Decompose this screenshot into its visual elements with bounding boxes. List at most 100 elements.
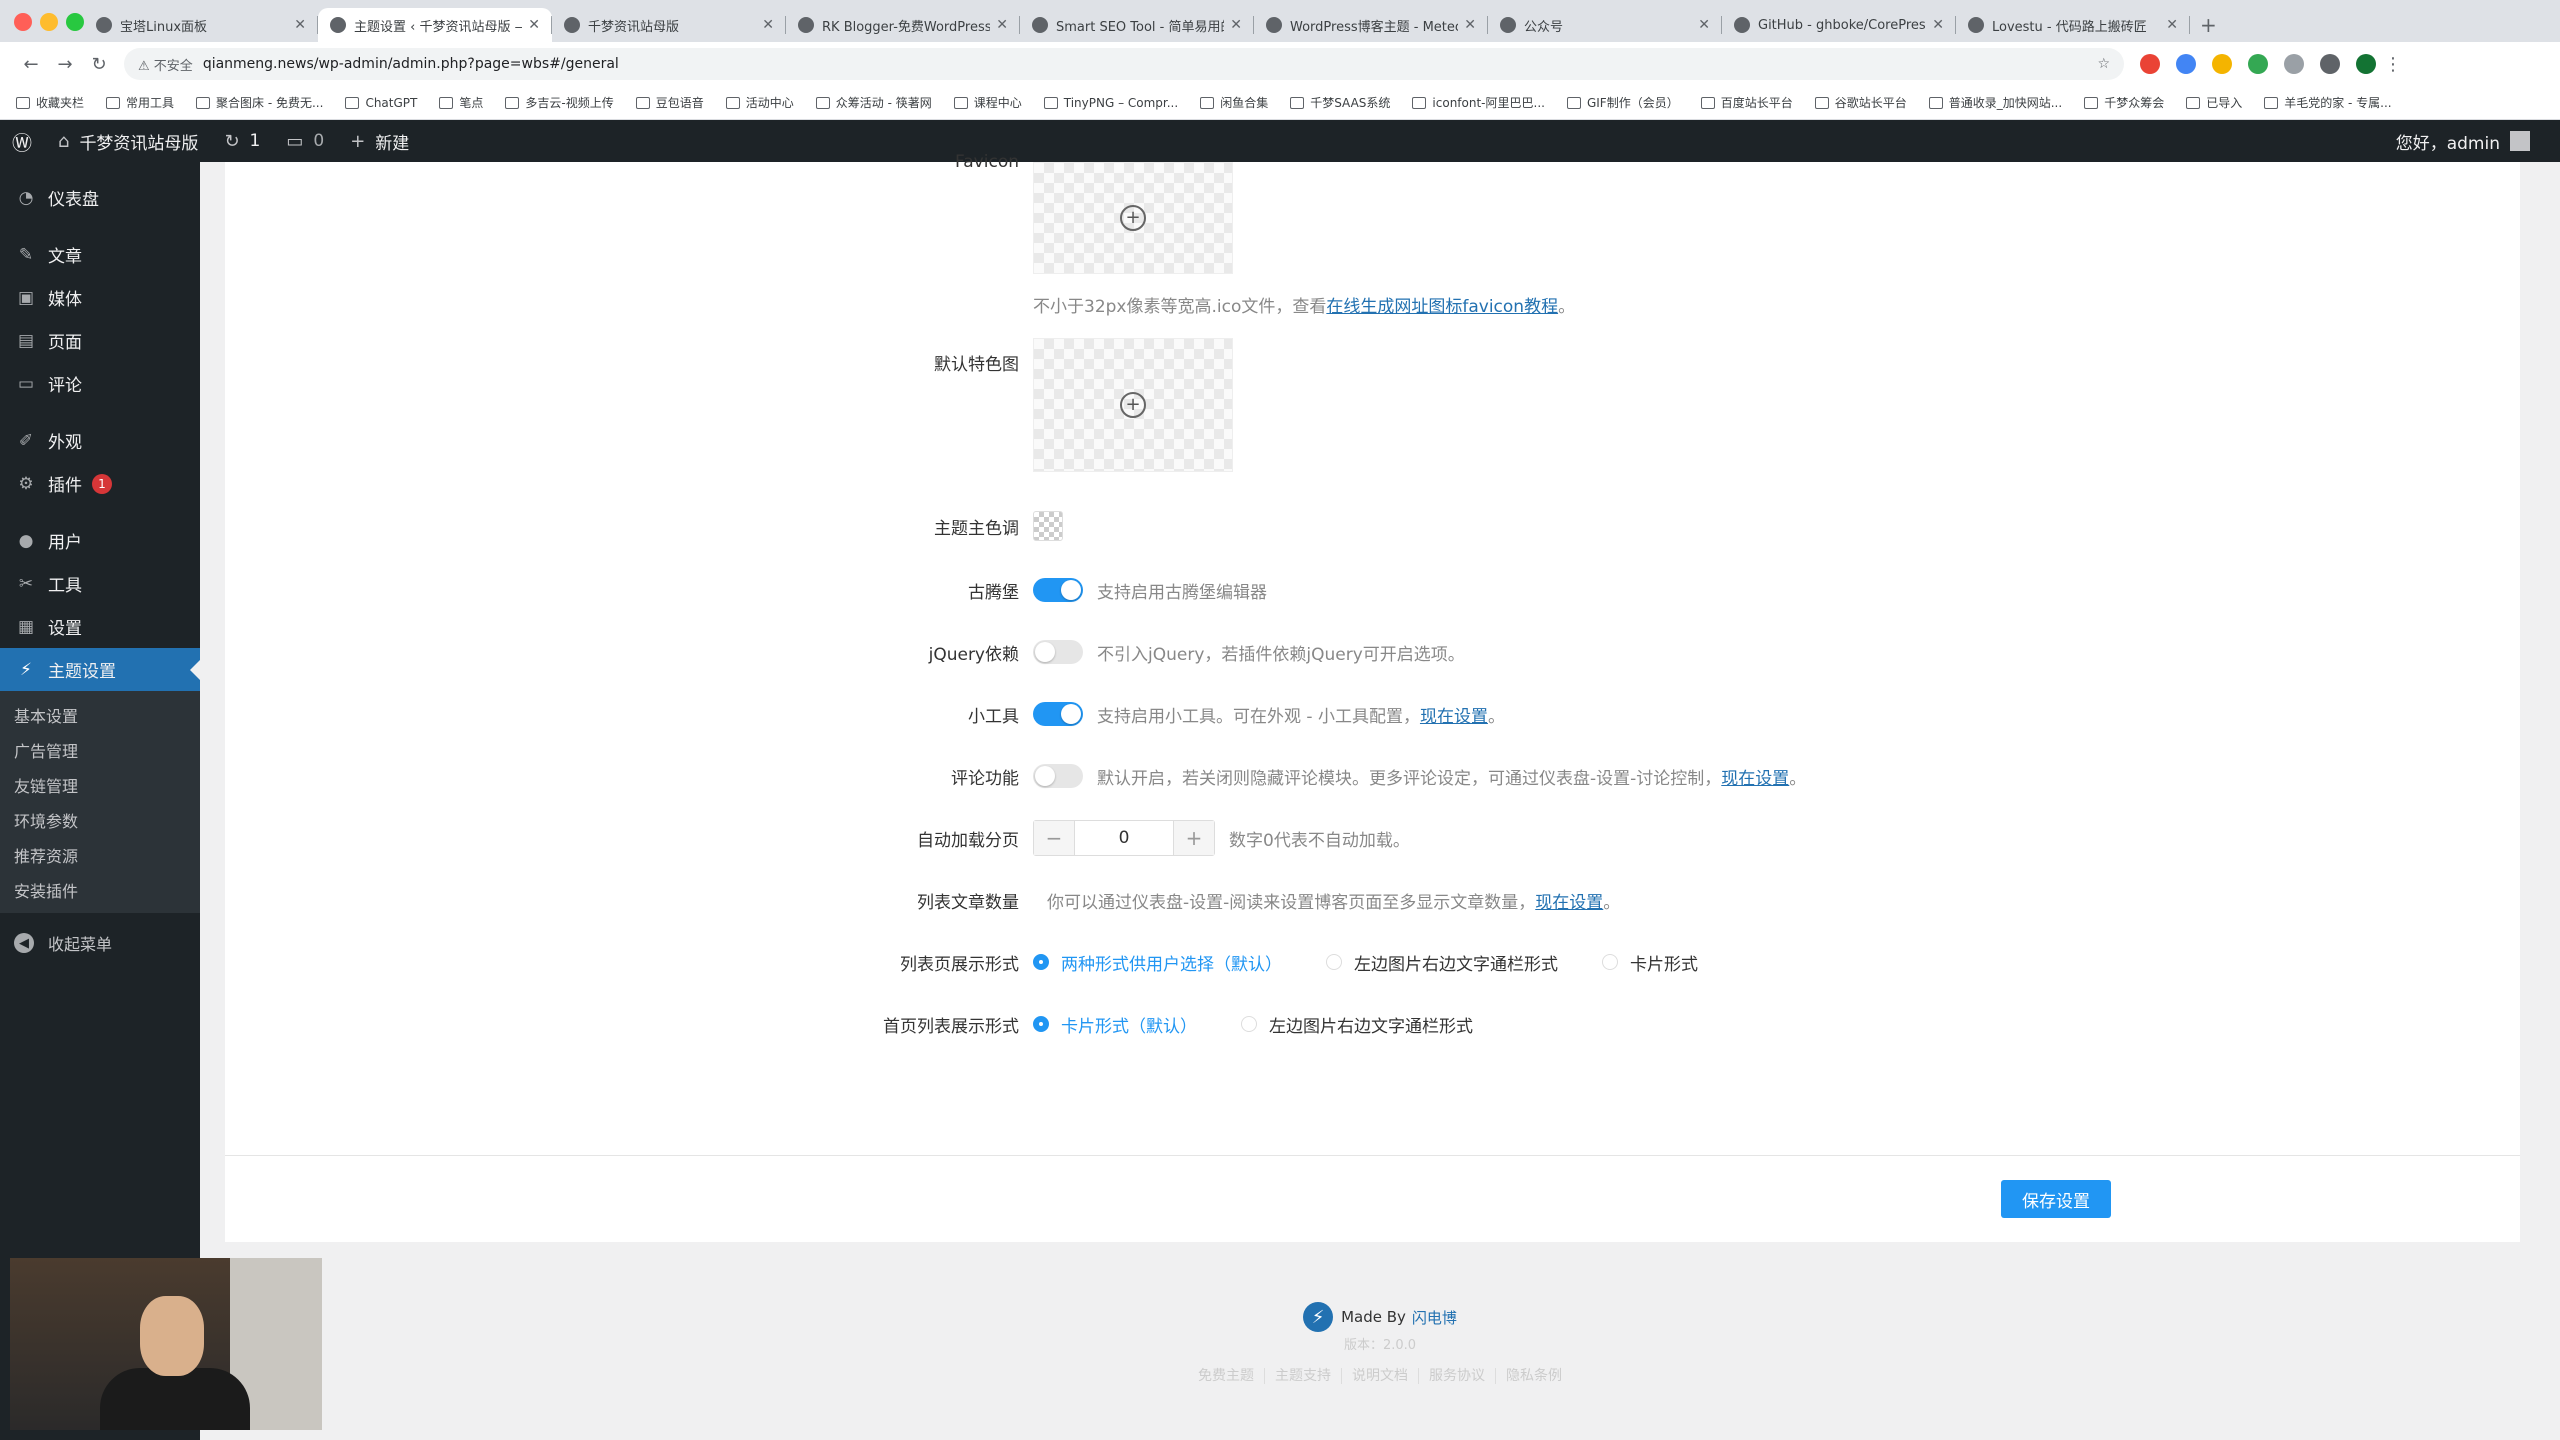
- bookmark-item[interactable]: GIF制作（会员）: [1566, 94, 1679, 111]
- tab-close-icon[interactable]: ✕: [2166, 17, 2178, 33]
- submenu-item[interactable]: 安装插件: [0, 872, 200, 907]
- jquery-toggle[interactable]: [1033, 640, 1083, 664]
- tab-close-icon[interactable]: ✕: [996, 17, 1008, 33]
- browser-tab[interactable]: Smart SEO Tool - 简单易用的SEO插件 ✕: [1020, 8, 1254, 42]
- footer-link[interactable]: 隐私条例: [1496, 1368, 1572, 1384]
- bookmark-item[interactable]: 常用工具: [106, 94, 174, 111]
- submenu-item[interactable]: 广告管理: [0, 732, 200, 767]
- sidebar-item[interactable]: ⚡ 主题设置: [0, 648, 200, 691]
- bookmark-item[interactable]: 千梦众筹会: [2084, 94, 2164, 111]
- color-picker[interactable]: [1033, 511, 1063, 541]
- tab-close-icon[interactable]: ✕: [1230, 17, 1242, 33]
- sidebar-item[interactable]: ◔ 仪表盘: [0, 176, 200, 219]
- browser-menu-icon[interactable]: ⋮: [2376, 54, 2410, 75]
- collapse-menu-button[interactable]: ◀ 收起菜单: [0, 921, 200, 965]
- security-warning[interactable]: ⚠ 不安全: [138, 55, 193, 74]
- submenu-item[interactable]: 推荐资源: [0, 837, 200, 872]
- comments-setup-link[interactable]: 现在设置: [1721, 764, 1789, 789]
- bookmark-item[interactable]: TinyPNG – Compr...: [1043, 96, 1178, 110]
- account-menu[interactable]: 您好，admin: [2396, 120, 2530, 162]
- extension-icon[interactable]: [2212, 54, 2232, 74]
- forward-icon[interactable]: →: [48, 54, 82, 75]
- favicon-tutorial-link[interactable]: 在线生成网址图标favicon教程: [1326, 292, 1558, 317]
- extensions-puzzle-icon[interactable]: [2284, 54, 2304, 74]
- tab-close-icon[interactable]: ✕: [294, 17, 306, 33]
- radio-option[interactable]: 两种形式供用户选择（默认）: [1033, 950, 1282, 975]
- back-icon[interactable]: ←: [14, 54, 48, 75]
- window-minimize-icon[interactable]: [40, 13, 58, 31]
- radio-option[interactable]: 左边图片右边文字通栏形式: [1241, 1012, 1473, 1037]
- bookmark-item[interactable]: 活动中心: [725, 94, 794, 111]
- bookmark-item[interactable]: 聚合图床 - 免费无...: [196, 94, 323, 111]
- browser-tab[interactable]: GitHub - ghboke/CorePress ✕: [1722, 8, 1956, 42]
- submenu-item[interactable]: 环境参数: [0, 802, 200, 837]
- bookmark-item[interactable]: 收藏夹栏: [16, 94, 84, 111]
- bookmark-item[interactable]: 课程中心: [953, 94, 1022, 111]
- browser-tab[interactable]: Lovestu - 代码路上搬砖匠 ✕: [1956, 8, 2190, 42]
- sidebar-item[interactable]: ⚙ 插件 1: [0, 462, 200, 505]
- widgets-toggle[interactable]: [1033, 702, 1083, 726]
- bookmark-item[interactable]: 笔点: [439, 94, 483, 111]
- tab-close-icon[interactable]: ✕: [528, 17, 540, 33]
- browser-tab[interactable]: 主题设置 ‹ 千梦资讯站母版 — WordPress ✕: [318, 8, 552, 42]
- bookmark-item[interactable]: 多吉云-视频上传: [505, 94, 614, 111]
- comments-link[interactable]: ▭ 0: [286, 131, 324, 152]
- footer-link[interactable]: 免费主题: [1188, 1368, 1265, 1384]
- autoload-input[interactable]: [1074, 821, 1174, 855]
- browser-tab[interactable]: 宝塔Linux面板 ✕: [84, 8, 318, 42]
- tab-close-icon[interactable]: ✕: [762, 17, 774, 33]
- sidebar-item[interactable]: ✂ 工具: [0, 562, 200, 605]
- bookmark-item[interactable]: 千梦SAAS系统: [1290, 94, 1390, 111]
- bookmark-item[interactable]: 普通收录_加快网站...: [1928, 94, 2062, 111]
- sidebar-item[interactable]: ▣ 媒体: [0, 276, 200, 319]
- tab-close-icon[interactable]: ✕: [1464, 17, 1476, 33]
- browser-tab[interactable]: 千梦资讯站母版 ✕: [552, 8, 786, 42]
- bookmark-item[interactable]: 豆包语音: [635, 94, 704, 111]
- footer-link[interactable]: 服务协议: [1419, 1368, 1496, 1384]
- tab-close-icon[interactable]: ✕: [1932, 17, 1944, 33]
- widgets-setup-link[interactable]: 现在设置: [1420, 702, 1488, 727]
- tab-close-icon[interactable]: ✕: [1698, 17, 1710, 33]
- default-image-uploader[interactable]: +: [1033, 338, 1233, 472]
- extension-icon[interactable]: [2140, 54, 2160, 74]
- bookmark-item[interactable]: iconfont-阿里巴巴...: [1412, 94, 1545, 111]
- author-link[interactable]: 闪电博: [1412, 1307, 1457, 1328]
- new-content-link[interactable]: + 新建: [350, 129, 409, 154]
- submenu-item[interactable]: 基本设置: [0, 697, 200, 732]
- sidebar-item[interactable]: ● 用户: [0, 519, 200, 562]
- save-settings-button[interactable]: 保存设置: [2001, 1180, 2111, 1218]
- submenu-item[interactable]: 友链管理: [0, 767, 200, 802]
- url-input[interactable]: ⚠ 不安全 qianmeng.news/wp-admin/admin.php?p…: [124, 48, 2124, 80]
- increment-button[interactable]: +: [1174, 821, 1214, 855]
- bookmark-item[interactable]: 众筹活动 - 筷著网: [815, 94, 932, 111]
- gutenberg-toggle[interactable]: [1033, 578, 1083, 602]
- bookmark-item[interactable]: 已导入: [2186, 94, 2242, 111]
- extension-icon[interactable]: [2176, 54, 2196, 74]
- updates-link[interactable]: ↻ 1: [224, 131, 260, 152]
- bookmark-item[interactable]: ChatGPT: [345, 96, 417, 110]
- sidebar-item[interactable]: ▤ 页面: [0, 319, 200, 362]
- radio-option[interactable]: 卡片形式（默认）: [1033, 1012, 1197, 1037]
- sidebar-item[interactable]: ▭ 评论: [0, 362, 200, 405]
- browser-tab[interactable]: WordPress博客主题 - Meteor ✕: [1254, 8, 1488, 42]
- download-icon[interactable]: [2320, 54, 2340, 74]
- radio-option[interactable]: 左边图片右边文字通栏形式: [1326, 950, 1558, 975]
- window-maximize-icon[interactable]: [66, 13, 84, 31]
- footer-link[interactable]: 说明文档: [1342, 1368, 1419, 1384]
- sidebar-item[interactable]: ✐ 外观: [0, 419, 200, 462]
- wordpress-logo-icon[interactable]: Ⓦ: [12, 127, 32, 156]
- sidebar-item[interactable]: ▦ 设置: [0, 605, 200, 648]
- profile-avatar[interactable]: [2356, 54, 2376, 74]
- footer-link[interactable]: 主题支持: [1265, 1368, 1342, 1384]
- window-close-icon[interactable]: [14, 13, 32, 31]
- decrement-button[interactable]: −: [1034, 821, 1074, 855]
- new-tab-icon[interactable]: +: [2200, 8, 2217, 42]
- bookmark-item[interactable]: 闲鱼合集: [1200, 94, 1268, 111]
- browser-tab[interactable]: 公众号 ✕: [1488, 8, 1722, 42]
- favicon-uploader[interactable]: +: [1033, 162, 1233, 274]
- bookmark-star-icon[interactable]: ☆: [2097, 56, 2110, 72]
- site-name-link[interactable]: ⌂ 千梦资讯站母版: [58, 129, 198, 154]
- bookmark-item[interactable]: 谷歌站长平台: [1814, 94, 1907, 111]
- reload-icon[interactable]: ↻: [82, 54, 116, 75]
- comments-toggle[interactable]: [1033, 764, 1083, 788]
